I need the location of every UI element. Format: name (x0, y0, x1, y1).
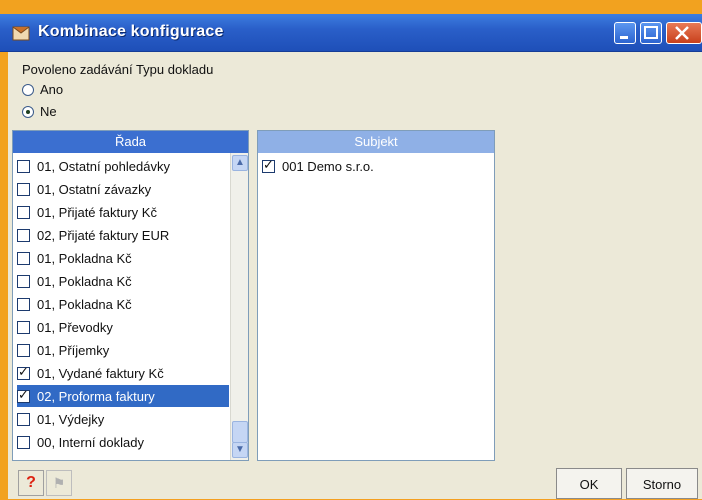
rada-item[interactable]: 01, Ostatní závazky (17, 178, 229, 200)
rada-item-checkbox[interactable] (17, 251, 30, 265)
radio-yes-circle[interactable] (22, 83, 34, 96)
rada-item-label: 00, Interní doklady (37, 434, 144, 450)
maximize-button[interactable] (640, 22, 662, 44)
rada-header[interactable]: Řada (13, 131, 248, 153)
radio-no[interactable]: Ne (22, 104, 57, 119)
rada-item-checkbox[interactable] (17, 435, 30, 449)
rada-item-label: 01, Pokladna Kč (37, 250, 132, 266)
rada-item[interactable]: 02, Proforma faktury (17, 385, 229, 407)
radio-yes[interactable]: Ano (22, 82, 63, 97)
subjekt-item[interactable]: 001 Demo s.r.o. (262, 155, 490, 177)
title-bar[interactable]: Kombinace konfigurace (0, 14, 702, 52)
document-type-prompt: Povoleno zadávání Typu dokladu (22, 62, 214, 77)
close-button[interactable] (666, 22, 702, 44)
subjekt-item-label: 001 Demo s.r.o. (282, 158, 374, 174)
rada-item-checkbox[interactable] (17, 159, 30, 173)
rada-item-label: 01, Přijaté faktury Kč (37, 204, 157, 220)
rada-item[interactable]: 01, Pokladna Kč (17, 247, 229, 269)
rada-item-label: 01, Výdejky (37, 411, 105, 427)
rada-item-label: 02, Přijaté faktury EUR (37, 227, 170, 243)
scroll-up-button[interactable]: ▲ (232, 155, 248, 171)
help-button[interactable]: ? (18, 470, 44, 496)
radio-yes-label: Ano (40, 82, 64, 97)
rada-item-checkbox[interactable] (17, 412, 30, 426)
app-icon (12, 26, 30, 41)
rada-item-checkbox[interactable] (17, 297, 30, 311)
rada-item[interactable]: 01, Vydané faktury Kč (17, 362, 229, 384)
rada-item-checkbox[interactable] (17, 343, 30, 357)
scroll-thumb[interactable] (232, 421, 248, 443)
rada-item-checkbox[interactable] (17, 388, 30, 403)
minimize-icon (620, 36, 628, 39)
rada-item[interactable]: 01, Příjemky (17, 339, 229, 361)
window-title: Kombinace konfigurace (38, 23, 224, 40)
rada-item[interactable]: 01, Převodky (17, 316, 229, 338)
rada-item-checkbox[interactable] (17, 182, 30, 196)
minimize-button[interactable] (614, 22, 636, 44)
ok-button[interactable]: OK (556, 468, 622, 499)
rada-item-label: 01, Příjemky (37, 342, 110, 358)
rada-item-checkbox[interactable] (17, 228, 30, 242)
subjekt-list: Subjekt 001 Demo s.r.o. (257, 130, 495, 461)
rada-item-checkbox[interactable] (17, 365, 30, 380)
subjekt-header[interactable]: Subjekt (258, 131, 494, 153)
rada-item-label: 02, Proforma faktury (37, 388, 155, 404)
dialog-window: Kombinace konfigurace Povoleno zadávání … (0, 0, 702, 499)
rada-item-label: 01, Ostatní pohledávky (37, 158, 170, 174)
subjekt-item-checkbox[interactable] (262, 158, 275, 173)
dialog-body: Povoleno zadávání Typu dokladu Ano Ne Řa… (8, 52, 702, 499)
rada-scrollbar[interactable]: ▲ ▼ (230, 153, 248, 460)
radio-no-circle[interactable] (22, 105, 34, 118)
rada-item[interactable]: 01, Pokladna Kč (17, 293, 229, 315)
rada-item-label: 01, Pokladna Kč (37, 296, 132, 312)
rada-list: Řada 01, Ostatní pohledávky 01, Ostatní z… (12, 130, 249, 461)
rada-item-checkbox[interactable] (17, 320, 30, 334)
maximize-icon (644, 26, 658, 39)
close-icon (675, 26, 689, 40)
rada-item-label: 01, Ostatní závazky (37, 181, 152, 197)
radio-no-label: Ne (40, 104, 57, 119)
scroll-down-button[interactable]: ▼ (232, 442, 248, 458)
rada-item[interactable]: 01, Výdejky (17, 408, 229, 430)
rada-item-label: 01, Vydané faktury Kč (37, 365, 164, 381)
rada-item[interactable]: 01, Pokladna Kč (17, 270, 229, 292)
tag-icon: ⚑ (52, 475, 66, 491)
rada-item-label: 01, Pokladna Kč (37, 273, 132, 289)
rada-item-label: 01, Převodky (37, 319, 113, 335)
rada-item-checkbox[interactable] (17, 205, 30, 219)
cancel-button[interactable]: Storno (626, 468, 698, 499)
tag-button[interactable]: ⚑ (46, 470, 72, 496)
rada-item[interactable]: 01, Ostatní pohledávky (17, 155, 229, 177)
rada-item[interactable]: 02, Přijaté faktury EUR (17, 224, 229, 246)
rada-item[interactable]: 01, Přijaté faktury Kč (17, 201, 229, 223)
rada-item[interactable]: 00, Interní doklady (17, 431, 229, 453)
rada-item-checkbox[interactable] (17, 274, 30, 288)
